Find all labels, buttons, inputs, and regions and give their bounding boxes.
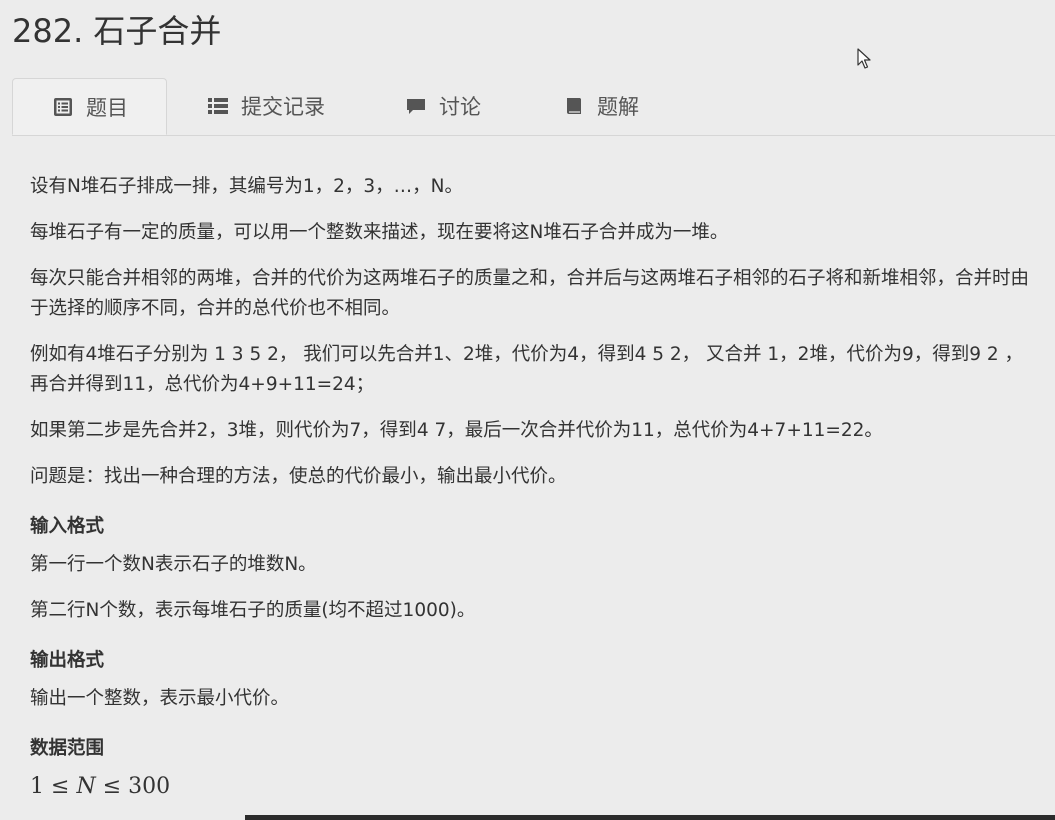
range-upper-bound: 300: [128, 774, 171, 799]
description-paragraph: 设有N堆石子排成一排，其编号为1，2，3，…，N。: [30, 176, 463, 197]
problem-tabs: 题目 提交记录 讨论 题解: [12, 78, 1055, 136]
tab-discussion[interactable]: 讨论: [405, 78, 481, 134]
comment-icon: [405, 95, 427, 117]
page-title: 282. 石子合并: [12, 12, 222, 50]
description-paragraph: 例如有4堆石子分别为 1 3 5 2， 我们可以先合并1、2堆，代价为4，得到4…: [30, 344, 1024, 395]
data-range-heading: 数据范围: [30, 738, 105, 759]
input-format-line: 第二行N个数，表示每堆石子的质量(均不超过1000)。: [30, 600, 476, 621]
tab-submissions-label: 提交记录: [241, 95, 325, 119]
tab-problem-label: 题目: [86, 95, 128, 120]
tab-submissions[interactable]: 提交记录: [207, 78, 325, 134]
output-format-line: 输出一个整数，表示最小代价。: [30, 688, 290, 709]
input-format-line: 第一行一个数N表示石子的堆数N。: [30, 554, 317, 575]
description-paragraph: 每次只能合并相邻的两堆，合并的代价为这两堆石子的质量之和，合并后与这两堆石子相邻…: [30, 268, 1030, 319]
bottom-bar: [245, 815, 1055, 820]
description-paragraph: 如果第二步是先合并2，3堆，则代价为7，得到4 7，最后一次合并代价为11，总代…: [30, 420, 883, 441]
range-lower-bound: 1: [30, 774, 44, 799]
tab-solutions[interactable]: 题解: [563, 78, 639, 134]
data-range-formula: 1 ≤ N ≤ 300: [30, 772, 1030, 802]
list-icon: [207, 95, 229, 117]
problem-content: 设有N堆石子排成一排，其编号为1，2，3，…，N。 每堆石子有一定的质量，可以用…: [30, 172, 1030, 802]
input-format-heading: 输入格式: [30, 516, 105, 537]
range-operator: ≤: [51, 774, 70, 799]
book-icon: [563, 95, 585, 117]
range-operator: ≤: [102, 774, 122, 799]
tab-discussion-label: 讨论: [439, 95, 481, 119]
output-format-heading: 输出格式: [30, 650, 105, 671]
description-paragraph: 问题是：找出一种合理的方法，使总的代价最小，输出最小代价。: [30, 466, 567, 487]
description-paragraph: 每堆石子有一定的质量，可以用一个整数来描述，现在要将这N堆石子合并成为一堆。: [30, 222, 729, 243]
mouse-cursor-icon: [857, 48, 871, 69]
range-variable: N: [76, 774, 96, 799]
list-alt-icon: [52, 96, 74, 118]
tab-problem[interactable]: 题目: [12, 78, 167, 135]
tab-solutions-label: 题解: [597, 95, 639, 119]
